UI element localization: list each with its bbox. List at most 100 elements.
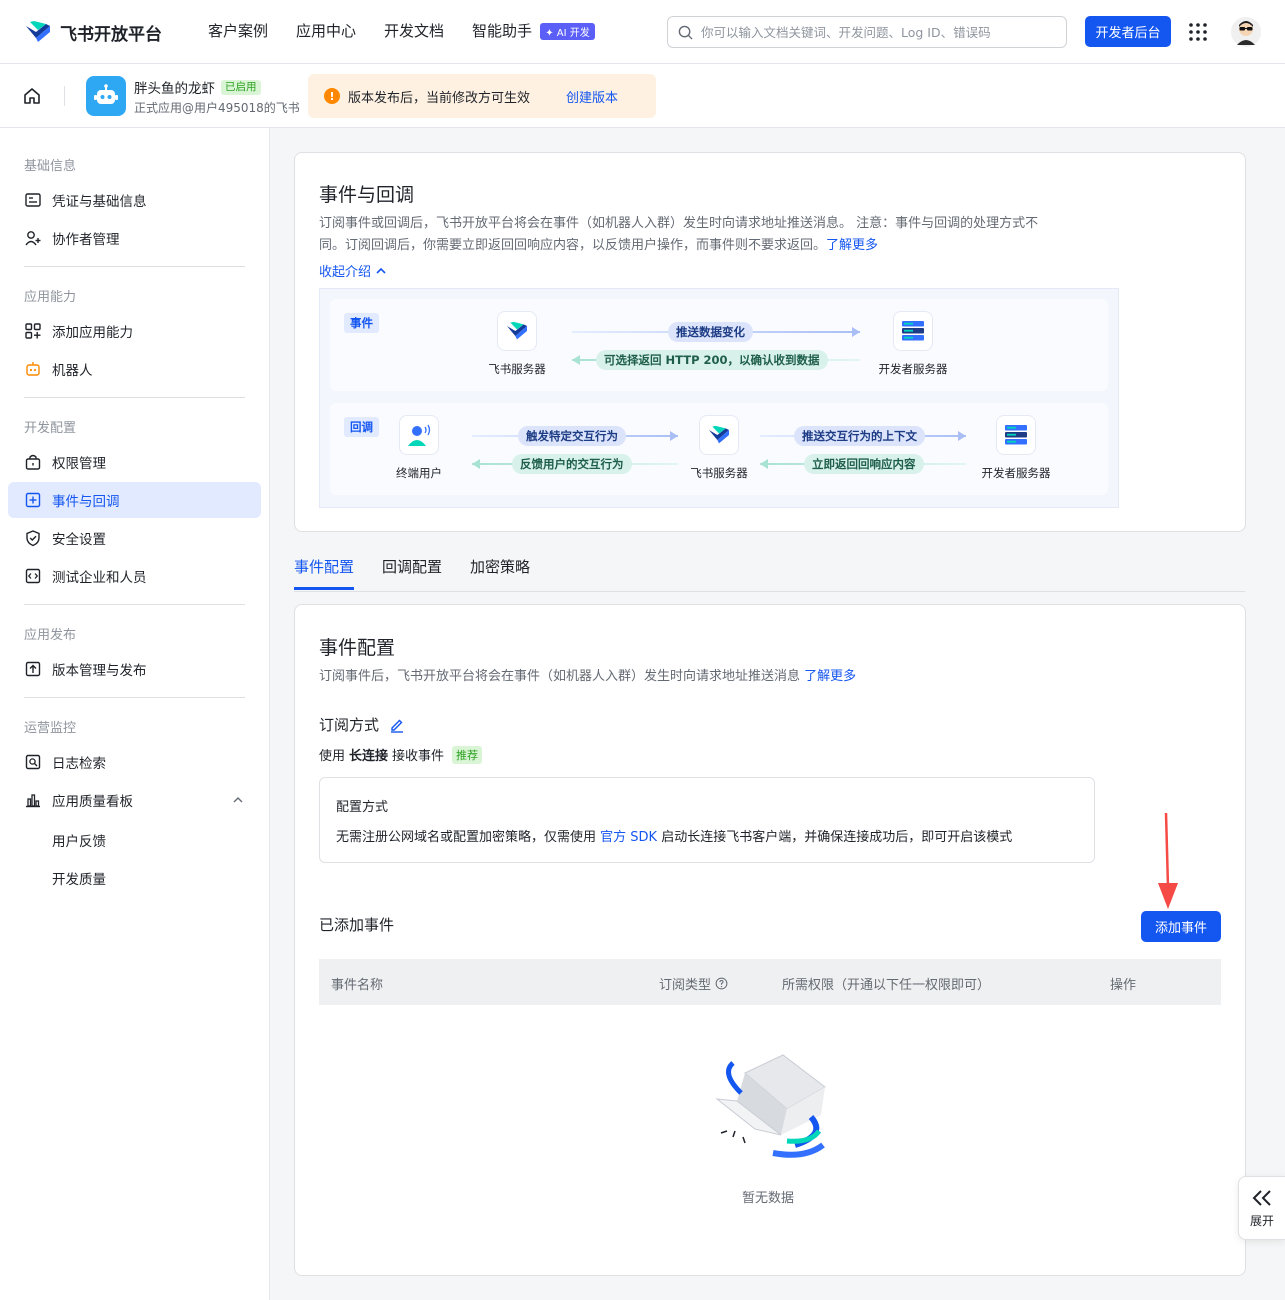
chevron-up-icon[interactable] <box>232 795 244 805</box>
robot-icon <box>94 84 118 104</box>
sidebar-section-title: 开发配置 <box>24 421 77 436</box>
column-header-subscribe-type: 订阅类型 <box>659 974 728 993</box>
tab-event-config[interactable]: 事件配置 <box>294 556 355 590</box>
help-icon[interactable] <box>715 977 728 990</box>
search-input[interactable] <box>701 24 1051 40</box>
sidebar-item-log-search[interactable]: 日志检索 <box>8 744 261 780</box>
ai-badge: ✦ AI 开发 <box>540 23 595 40</box>
sidebar-item-security[interactable]: 安全设置 <box>8 520 261 556</box>
page-title: 事件与回调 <box>319 184 415 206</box>
learn-more-link[interactable]: 了解更多 <box>826 238 878 253</box>
event-icon <box>25 492 41 508</box>
feishu-server-node: 飞书服务器 <box>472 311 562 377</box>
sidebar-item-collaborators[interactable]: 协作者管理 <box>8 220 261 256</box>
nav-cases[interactable]: 客户案例 <box>208 20 268 41</box>
expand-label: 展开 <box>1249 1213 1274 1228</box>
sidebar: 基础信息 凭证与基础信息 协作者管理 应用能力 添加应用能力 机器人 开发配置 … <box>0 128 270 1300</box>
sidebar-divider <box>24 397 245 398</box>
sidebar-item-quality-dashboard[interactable]: 应用质量看板 <box>8 782 261 818</box>
sidebar-item-label: 协作者管理 <box>52 232 120 248</box>
column-header-permissions: 所需权限（开通以下任一权限即可） <box>782 978 991 993</box>
flow-diagram: 事件 飞书服务器 推送数据变化 可选择返回 HTTP 200，以确认收到数据 开… <box>319 288 1119 508</box>
upload-icon <box>25 661 41 677</box>
section-title: 事件配置 <box>319 637 396 659</box>
event-config-description: 订阅事件后，飞书开放平台将会在事件（如机器人入群）发生时向请求地址推送消息 了解… <box>319 666 856 688</box>
search-box[interactable] <box>667 16 1067 48</box>
intro-description: 订阅事件或回调后，飞书开放平台将会在事件（如机器人入群）发生时向请求地址推送消息… <box>319 213 1119 257</box>
sidebar-divider <box>24 604 245 605</box>
subscribe-mode-value: 使用 长连接 接收事件 推荐 <box>319 745 483 764</box>
version-notice: ! 版本发布后，当前修改方可生效 创建版本 <box>308 74 656 118</box>
apps-grid-icon[interactable] <box>1188 22 1208 42</box>
sidebar-section-title: 基础信息 <box>24 159 77 174</box>
config-desc-post: 启动长连接飞书客户端，并确保连接成功后，即可开启该模式 <box>661 830 1013 845</box>
developer-console-button[interactable]: 开发者后台 <box>1085 16 1171 47</box>
sidebar-subitem-dev-quality[interactable]: 开发质量 <box>52 868 106 888</box>
column-header-event-name: 事件名称 <box>331 978 384 993</box>
sidebar-item-events-callbacks[interactable]: 事件与回调 <box>8 482 261 518</box>
collapse-intro-toggle[interactable]: 收起介绍 <box>319 261 387 280</box>
expand-panel-button[interactable]: 展开 <box>1238 1176 1285 1240</box>
sidebar-section-title: 运营监控 <box>24 721 77 736</box>
trigger-label: 触发特定交互行为 <box>518 426 626 446</box>
sidebar-section-title: 应用发布 <box>24 628 77 643</box>
push-data-label: 推送数据变化 <box>668 322 753 342</box>
brand-logo[interactable]: 飞书开放平台 <box>24 18 162 46</box>
sidebar-item-label: 机器人 <box>52 363 93 379</box>
edit-icon[interactable] <box>389 717 405 733</box>
collapse-intro-label: 收起介绍 <box>319 265 372 280</box>
sidebar-divider <box>24 266 245 267</box>
sidebar-item-label: 测试企业和人员 <box>52 570 147 586</box>
tab-encryption[interactable]: 加密策略 <box>470 556 530 590</box>
feishu-logo-icon <box>497 311 537 351</box>
notice-text: 版本发布后，当前修改方可生效 <box>348 90 531 106</box>
sidebar-item-label: 安全设置 <box>52 532 106 548</box>
ack-arrow: 可选择返回 HTTP 200，以确认收到数据 <box>572 350 860 370</box>
official-sdk-link[interactable]: 官方 SDK <box>600 830 657 845</box>
server-icon <box>996 415 1036 455</box>
sidebar-subitem-feedback[interactable]: 用户反馈 <box>52 830 106 850</box>
header-divider <box>64 86 65 106</box>
intro-desc-line2: 同。订阅回调后，你需要立即返回回响应内容，以反馈用户操作，而事件则不要求返回。 <box>319 238 827 253</box>
sidebar-item-credentials[interactable]: 凭证与基础信息 <box>8 182 261 218</box>
add-event-button[interactable]: 添加事件 <box>1141 911 1221 942</box>
status-badge: 已启用 <box>221 79 261 95</box>
learn-more-link[interactable]: 了解更多 <box>804 669 856 684</box>
sidebar-item-permissions[interactable]: 权限管理 <box>8 444 261 480</box>
chevron-up-icon <box>376 267 386 274</box>
top-nav: 飞书开放平台 客户案例 应用中心 开发文档 智能助手 ✦ AI 开发 开发者后台 <box>0 0 1285 64</box>
sidebar-item-label: 凭证与基础信息 <box>52 194 147 210</box>
sidebar-item-label: 事件与回调 <box>52 494 120 510</box>
nav-app-center[interactable]: 应用中心 <box>296 20 356 41</box>
nav-assistant[interactable]: 智能助手 ✦ AI 开发 <box>472 20 595 41</box>
config-method-title: 配置方式 <box>336 800 389 815</box>
user-avatar-icon[interactable] <box>1231 17 1261 47</box>
home-icon[interactable] <box>22 86 42 106</box>
tabs-divider <box>294 591 1245 592</box>
arrow-head-right-icon <box>958 431 966 441</box>
sidebar-item-test-tenants[interactable]: 测试企业和人员 <box>8 558 261 594</box>
intro-desc-line1: 订阅事件或回调后，飞书开放平台将会在事件（如机器人入群）发生时向请求地址推送消息… <box>319 216 1039 231</box>
shield-icon <box>26 530 40 547</box>
column-header-actions: 操作 <box>1110 978 1137 993</box>
create-version-link[interactable]: 创建版本 <box>566 87 618 106</box>
app-subtitle: 正式应用@用户495018的飞书 <box>134 101 300 115</box>
event-config-desc-text: 订阅事件后，飞书开放平台将会在事件（如机器人入群）发生时向请求地址推送消息 <box>319 669 801 684</box>
sidebar-item-version-release[interactable]: 版本管理与发布 <box>8 651 261 687</box>
sidebar-item-bot[interactable]: 机器人 <box>8 351 261 387</box>
server-icon <box>893 311 933 351</box>
sidebar-item-add-capability[interactable]: 添加应用能力 <box>8 313 261 349</box>
tab-callback-config[interactable]: 回调配置 <box>382 556 442 590</box>
empty-state-text: 暂无数据 <box>742 1191 795 1206</box>
added-events-title: 已添加事件 <box>319 916 395 934</box>
config-tabs: 事件配置 回调配置 加密策略 <box>294 556 530 590</box>
arrow-head-left-icon <box>472 459 480 469</box>
respond-label: 立即返回回响应内容 <box>804 454 924 474</box>
arrow-head-left-icon <box>760 459 768 469</box>
sidebar-item-label: 应用质量看板 <box>52 794 133 810</box>
sidebar-item-label: 日志检索 <box>52 756 106 772</box>
warning-icon: ! <box>324 88 340 104</box>
nav-links: 客户案例 应用中心 开发文档 智能助手 ✦ AI 开发 <box>208 20 595 41</box>
nav-docs[interactable]: 开发文档 <box>384 20 444 41</box>
app-name-row: 胖头鱼的龙虾 已启用 <box>134 77 261 97</box>
